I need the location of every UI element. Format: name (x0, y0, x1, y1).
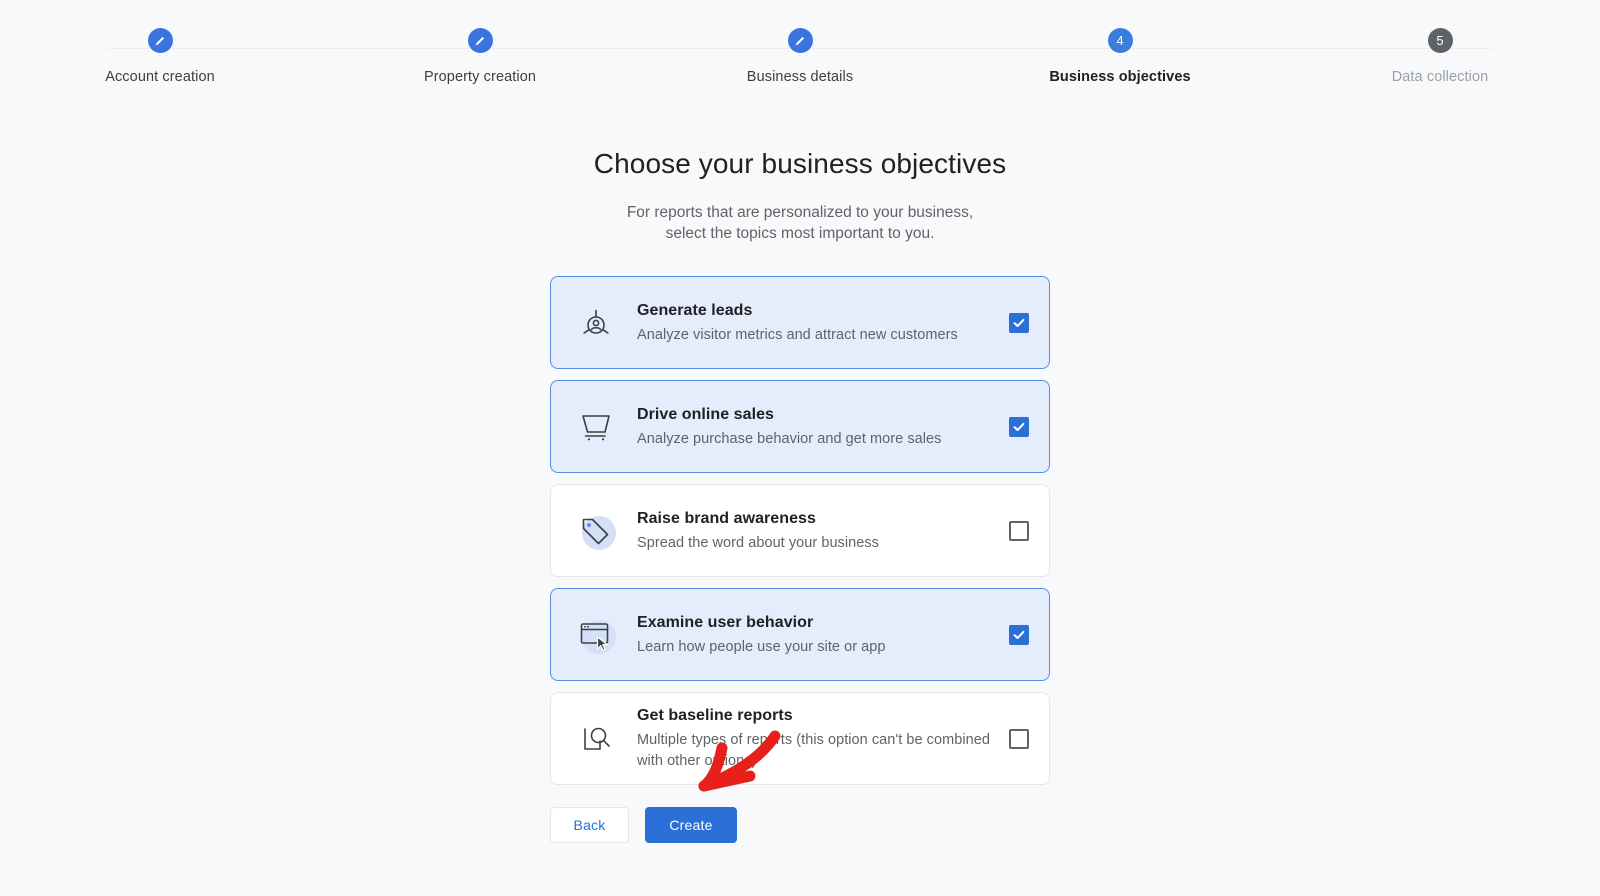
progress-stepper: Account creation Property creation Busines… (0, 0, 1600, 110)
objective-description: Analyze visitor metrics and attract new … (637, 326, 958, 343)
objective-card[interactable]: Raise brand awareness Spread the word abo… (550, 484, 1050, 577)
objective-card[interactable]: Examine user behavior Learn how people us… (550, 588, 1050, 681)
objective-title: Examine user behavior (637, 613, 814, 631)
objective-checkbox[interactable] (1009, 728, 1029, 749)
magnifier-document-icon (573, 716, 619, 762)
create-button[interactable]: Create (645, 807, 737, 843)
objective-card[interactable]: Generate leads Analyze visitor metrics an… (550, 276, 1050, 369)
objective-description: Analyze purchase behavior and get more s… (637, 430, 942, 447)
edit-pencil-icon[interactable] (467, 28, 493, 53)
objective-text: Generate leads Analyze visitor metrics an… (637, 300, 1009, 346)
page-subtitle-line-2: select the topics most important to you. (665, 225, 935, 242)
stepper-step-5: 5 Data collection (1280, 28, 1600, 85)
stepper-step-number: 4 (1107, 28, 1133, 53)
stepper-step-label: Account creation (105, 69, 215, 85)
stepper-step-label: Business objectives (1049, 69, 1191, 85)
stepper-step-1[interactable]: Account creation (0, 28, 320, 85)
objective-description: Multiple types of reports (this option c… (637, 732, 990, 769)
objective-title: Drive online sales (637, 405, 774, 423)
stepper-step-label: Business details (746, 69, 854, 85)
stepper-step-number: 5 (1427, 28, 1453, 53)
business-objectives-list: Generate leads Analyze visitor metrics an… (550, 276, 1050, 785)
stepper-step-3[interactable]: Business details (640, 28, 960, 85)
page-subtitle: For reports that are personalized to you… (590, 202, 1010, 244)
objective-checkbox[interactable] (1009, 624, 1029, 645)
objective-checkbox[interactable] (1009, 416, 1029, 437)
stepper-step-label: Property creation (423, 69, 537, 85)
lead-target-person-icon (573, 300, 619, 346)
browser-window-cursor-icon (573, 612, 619, 658)
objective-title: Get baseline reports (637, 707, 793, 724)
page-header: Choose your business objectives For repo… (0, 148, 1600, 244)
edit-pencil-icon[interactable] (787, 28, 813, 53)
stepper-step-label: Data collection (1391, 69, 1489, 85)
objective-text: Drive online sales Analyze purchase behav… (637, 404, 1009, 450)
edit-pencil-icon[interactable] (147, 28, 173, 53)
objective-checkbox[interactable] (1009, 312, 1029, 333)
stepper-steps: Account creation Property creation Busines… (0, 28, 1600, 85)
stepper-step-2[interactable]: Property creation (320, 28, 640, 85)
price-tag-icon (573, 508, 619, 554)
objective-description: Learn how people use your site or app (637, 638, 886, 655)
objective-title: Generate leads (637, 301, 753, 319)
objective-checkbox[interactable] (1009, 520, 1029, 541)
objective-description: Spread the word about your business (637, 534, 879, 551)
shopping-cart-icon (573, 404, 619, 450)
stepper-step-4[interactable]: 4 Business objectives (960, 28, 1280, 85)
objective-title: Raise brand awareness (637, 509, 816, 527)
back-button[interactable]: Back (550, 807, 629, 843)
page-title: Choose your business objectives (593, 148, 1007, 179)
objective-card[interactable]: Drive online sales Analyze purchase behav… (550, 380, 1050, 473)
page-subtitle-line-1: For reports that are personalized to you… (626, 204, 974, 221)
objective-text: Raise brand awareness Spread the word abo… (637, 508, 1009, 554)
objective-text: Get baseline reports Multiple types of re… (637, 705, 1009, 772)
wizard-footer: Back Create (550, 807, 1050, 843)
objective-text: Examine user behavior Learn how people us… (637, 612, 1009, 658)
objective-card[interactable]: Get baseline reports Multiple types of re… (550, 692, 1050, 785)
